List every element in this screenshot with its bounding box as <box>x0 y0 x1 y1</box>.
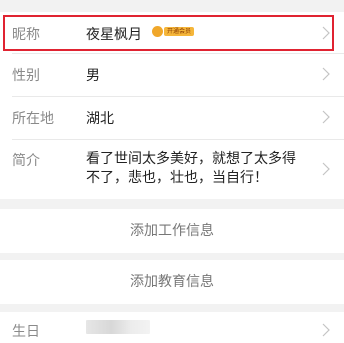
chevron-right-icon <box>322 26 330 40</box>
chevron-right-icon <box>322 323 330 337</box>
nickname-label: 昵称 <box>12 27 40 43</box>
chevron-right-icon <box>322 67 330 81</box>
location-label: 所在地 <box>12 111 54 127</box>
gender-label: 性别 <box>12 68 40 84</box>
intro-label: 简介 <box>12 153 40 169</box>
gender-row[interactable]: 性别 男 <box>0 54 344 94</box>
birthday-value-blurred <box>86 320 150 334</box>
vip-badge-label: 开通会员 <box>164 27 195 36</box>
location-value: 湖北 <box>86 111 114 127</box>
birthday-row[interactable]: 生日 <box>0 312 344 343</box>
intro-value: 看了世间太多美好，就想了太多得不了，悲也，壮也，当自行！ <box>86 151 296 186</box>
chevron-right-icon <box>322 162 330 176</box>
chevron-right-icon <box>322 110 330 124</box>
add-work-info-button[interactable]: 添加工作信息 <box>0 209 344 253</box>
birthday-label: 生日 <box>12 324 40 340</box>
vip-badge[interactable]: 开通会员 <box>152 26 195 37</box>
location-row[interactable]: 所在地 湖北 <box>0 97 344 137</box>
nickname-value: 夜星枫月 <box>86 27 142 43</box>
profile-edit-page: 昵称 夜星枫月 开通会员 性别 男 所在地 湖北 简介 看了世间太多美好，就想了… <box>0 0 344 343</box>
gender-value: 男 <box>86 68 100 84</box>
vip-crown-icon <box>152 26 163 37</box>
add-education-info-button[interactable]: 添加教育信息 <box>0 260 344 304</box>
